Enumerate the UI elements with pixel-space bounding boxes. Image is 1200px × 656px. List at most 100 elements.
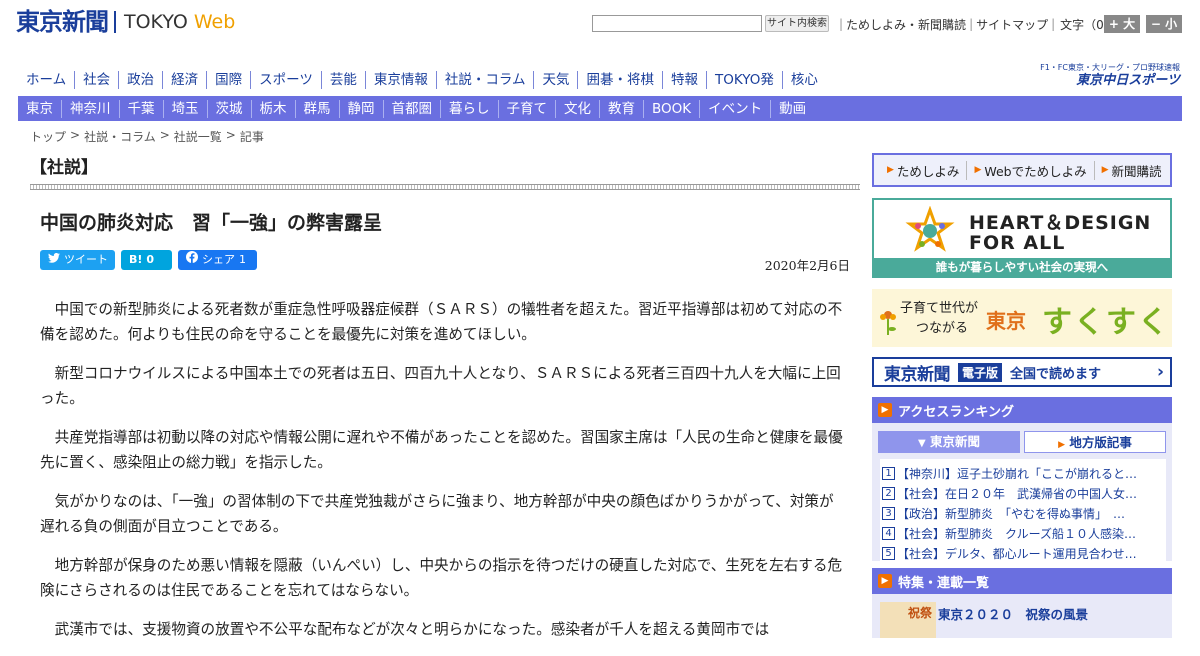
section-divider <box>30 184 860 190</box>
tweet-label: ツイート <box>64 253 108 266</box>
facebook-share-label: シェア <box>202 253 235 266</box>
nav-politics[interactable]: 政治 <box>119 71 164 89</box>
breadcrumb-current: 記事 <box>239 130 264 144</box>
web-trial-read-link[interactable]: ▶ Webでためしよみ <box>967 160 1095 180</box>
nav-region-kanagawa[interactable]: 神奈川 <box>62 99 120 118</box>
nav-economy[interactable]: 経済 <box>163 71 208 89</box>
facebook-share-button[interactable]: シェア 1 <box>178 250 257 270</box>
access-ranking-header: ▶ アクセスランキング <box>872 397 1172 423</box>
hatena-count: 0 <box>146 253 155 266</box>
ranking-title: 【社会】新型肺炎 クルーズ船１０人感染… <box>897 526 1137 541</box>
font-size-increase-button[interactable]: + 大 <box>1104 15 1140 33</box>
breadcrumb: トップ > 社説・コラム > 社説一覧 > 記事 <box>30 128 264 145</box>
arrow-right-icon: ▶ <box>887 165 894 175</box>
nav-region-gunma[interactable]: 群馬 <box>296 99 340 118</box>
ranking-item[interactable]: 3 【政治】新型肺炎 「やむを得ぬ事情」 … <box>882 503 1164 523</box>
nav-sports[interactable]: スポーツ <box>251 71 322 89</box>
breadcrumb-editorial-list[interactable]: 社説一覧 <box>174 128 222 145</box>
nav-parenting[interactable]: 子育て <box>499 99 556 118</box>
tab-local-articles[interactable]: ▶ 地方版記事 <box>1024 431 1166 453</box>
nav-education[interactable]: 教育 <box>600 99 644 118</box>
ranking-number: 5 <box>882 546 895 560</box>
heart-design-banner[interactable]: HEART＆DESIGN FOR ALL 誰もが暮らしやすい社会の実現へ <box>872 198 1172 278</box>
site-header: 東京新聞 TOKYO Web サイト内検索 | ためしよみ・新聞購読 | サイト… <box>0 0 1200 44</box>
ranking-item[interactable]: 4 【社会】新型肺炎 クルーズ船１０人感染… <box>882 523 1164 543</box>
sitemap-link[interactable]: サイトマップ <box>976 16 1048 33</box>
digital-edition-logo: 東京新聞 <box>884 364 951 385</box>
nav-weather[interactable]: 天気 <box>534 71 579 89</box>
subscribe-label: 新聞購読 <box>1111 163 1162 179</box>
nav-event[interactable]: イベント <box>700 99 772 118</box>
feature-title-link[interactable]: 東京２０２０ 祝祭の風景 <box>938 604 1088 623</box>
digital-edition-text: 全国で読めます <box>1010 366 1102 382</box>
nav-region-ibaraki[interactable]: 茨城 <box>208 99 252 118</box>
breadcrumb-separator: > <box>159 128 170 142</box>
nav-entertainment[interactable]: 芸能 <box>322 71 366 89</box>
ranking-title: 【神奈川】逗子土砂崩れ「ここが崩れると… <box>897 466 1138 481</box>
ranking-item[interactable]: 2 【社会】在日２０年 武漢帰省の中国人女… <box>882 483 1164 503</box>
heart-design-title-2: FOR ALL <box>969 232 1066 254</box>
nav-book[interactable]: BOOK <box>644 99 701 118</box>
breadcrumb-separator: > <box>225 128 236 142</box>
nav-video[interactable]: 動画 <box>771 100 814 118</box>
nav-society[interactable]: 社会 <box>75 71 120 89</box>
nav-tokyo-hatsu[interactable]: TOKYO発 <box>707 71 783 89</box>
region-nav: 東京 神奈川 千葉 埼玉 茨城 栃木 群馬 静岡 首都圏 暮らし 子育て 文化 … <box>18 96 1182 121</box>
search-input[interactable] <box>592 15 762 32</box>
article-paragraph: 地方幹部が保身のため悪い情報を隠蔽（いんぺい）し、中央からの指示を待つだけの硬直… <box>40 557 843 599</box>
ranking-title: 【社会】デルタ、都心ルート運用見合わせ… <box>897 546 1137 561</box>
nav-region-shizuoka[interactable]: 静岡 <box>340 99 384 118</box>
tokyo-sukusuku-banner[interactable]: 子育て世代が つながる 東京 すくすく <box>872 289 1172 347</box>
digital-edition-banner[interactable]: 東京新聞 電子版 全国で読めます › <box>872 357 1172 387</box>
subscribe-link[interactable]: ▶ 新聞購読 <box>1095 161 1169 180</box>
heart-design-caption: 誰もが暮らしやすい社会の実現へ <box>874 258 1170 276</box>
breadcrumb-top[interactable]: トップ <box>30 128 66 145</box>
nav-region-chiba[interactable]: 千葉 <box>120 99 164 118</box>
site-search-button[interactable]: サイト内検索 <box>765 15 829 32</box>
sukusuku-subtitle-2: つながる <box>916 321 969 336</box>
nav-kakushin[interactable]: 核心 <box>783 71 826 89</box>
font-size-decrease-button[interactable]: − 小 <box>1146 15 1182 33</box>
twitter-bird-icon <box>48 250 60 270</box>
flower-icon <box>878 307 898 337</box>
subscription-links: ▶ ためしよみ ▶ Webでためしよみ ▶ 新聞購読 <box>872 153 1172 187</box>
nav-region-shutoken[interactable]: 首都圏 <box>384 99 441 118</box>
nav-tokuho[interactable]: 特報 <box>663 71 707 89</box>
trial-read-label: ためしよみ <box>896 163 960 179</box>
nav-region-saitama[interactable]: 埼玉 <box>164 99 208 118</box>
tab-tokyo-shimbun[interactable]: ▼ 東京新聞 <box>878 431 1020 453</box>
feature-thumbnail[interactable]: 祝祭 <box>880 602 936 638</box>
trial-read-link[interactable]: ▶ ためしよみ <box>880 160 968 180</box>
nav-region-tochigi[interactable]: 栃木 <box>252 99 296 118</box>
util-separator: | <box>1051 17 1056 31</box>
nav-life[interactable]: 暮らし <box>441 99 499 118</box>
main-nav: ホーム 社会 政治 経済 国際 スポーツ 芸能 東京情報 社説・コラム 天気 囲… <box>18 68 826 92</box>
article-paragraph: 共産党指導部は初動以降の対応や情報公開に遅れや不備があったことを認めた。習国家主… <box>40 429 843 471</box>
nav-tokyo-info[interactable]: 東京情報 <box>366 71 437 89</box>
trial-subscribe-link[interactable]: ためしよみ・新聞購読 <box>846 16 966 33</box>
nav-international[interactable]: 国際 <box>207 71 252 89</box>
play-icon: ▶ <box>878 574 892 588</box>
hatena-bookmark-button[interactable]: B! 0 <box>121 250 172 270</box>
logo-japanese: 東京新聞 <box>16 7 109 36</box>
breadcrumb-separator: > <box>70 128 81 142</box>
tweet-button[interactable]: ツイート <box>40 250 115 270</box>
nav-go-shogi[interactable]: 囲碁・将棋 <box>578 71 663 89</box>
ranking-item[interactable]: 5 【社会】デルタ、都心ルート運用見合わせ… <box>882 543 1164 563</box>
arrow-right-icon: ▶ <box>974 165 982 175</box>
arrow-right-icon: ▶ <box>1101 165 1109 175</box>
site-logo[interactable]: 東京新聞 TOKYO Web <box>16 8 235 36</box>
logo-web: Web <box>193 11 236 33</box>
features-title: 特集・連載一覧 <box>898 575 990 591</box>
features-box: ▶ 特集・連載一覧 祝祭 東京２０２０ 祝祭の風景 <box>872 568 1172 638</box>
ranking-number: 2 <box>882 486 895 500</box>
nav-editorial-column[interactable]: 社説・コラム <box>437 71 535 89</box>
nav-home[interactable]: ホーム <box>18 71 76 89</box>
article-title: 中国の肺炎対応 習「一強」の弊害露呈 <box>40 212 383 234</box>
breadcrumb-editorial-column[interactable]: 社説・コラム <box>84 128 156 145</box>
article-body: 中国での新型肺炎による死者数が重症急性呼吸器症候群（ＳＡＲＳ）の犠牲者を超えた。… <box>40 297 844 656</box>
nav-region-tokyo[interactable]: 東京 <box>18 99 62 118</box>
chunichi-sports-link[interactable]: F1・FC東京・大リーグ・プロ野球速報 東京中日スポーツ <box>1020 62 1180 89</box>
nav-culture[interactable]: 文化 <box>556 99 600 118</box>
ranking-item[interactable]: 1 【神奈川】逗子土砂崩れ「ここが崩れると… <box>882 463 1164 483</box>
